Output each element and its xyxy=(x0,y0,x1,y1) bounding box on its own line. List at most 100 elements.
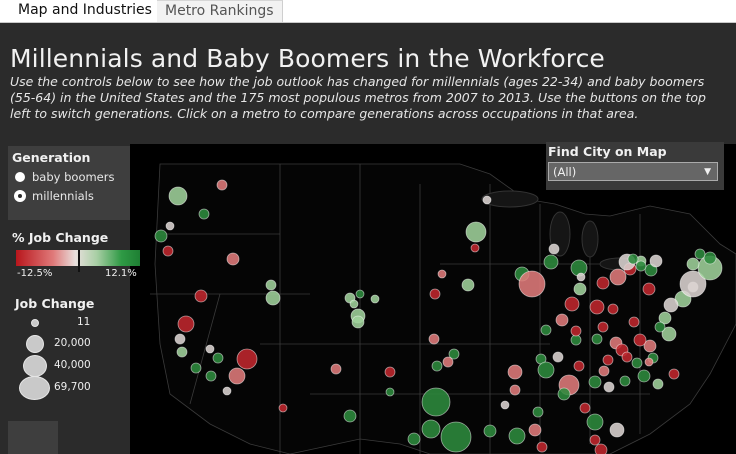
find-city-dropdown[interactable]: (All) ▼ xyxy=(548,162,718,181)
metro-bubble[interactable] xyxy=(633,333,647,347)
metro-bubble[interactable] xyxy=(654,321,666,333)
metro-bubble[interactable] xyxy=(532,406,544,418)
metro-bubble[interactable] xyxy=(596,276,610,290)
metro-bubble[interactable] xyxy=(228,367,246,385)
metro-bubble[interactable] xyxy=(518,270,546,298)
metro-bubble[interactable] xyxy=(627,253,639,265)
metro-bubble[interactable] xyxy=(570,325,582,337)
metro-bubble[interactable] xyxy=(631,357,643,369)
metro-bubble[interactable] xyxy=(176,346,188,358)
metro-bubble[interactable] xyxy=(212,352,224,364)
metro-bubble[interactable] xyxy=(205,370,217,382)
metro-bubble[interactable] xyxy=(265,279,277,291)
metro-bubble[interactable] xyxy=(528,423,542,437)
metro-bubble[interactable] xyxy=(437,269,447,279)
metro-bubble[interactable] xyxy=(694,248,706,260)
metro-bubble[interactable] xyxy=(579,402,591,414)
metro-bubble[interactable] xyxy=(500,400,510,410)
mini-map-placeholder[interactable] xyxy=(8,421,58,454)
metro-bubble[interactable] xyxy=(370,294,380,304)
metro-bubble[interactable] xyxy=(168,186,188,206)
metro-bubble[interactable] xyxy=(431,360,443,372)
metro-bubble[interactable] xyxy=(609,268,627,286)
metro-bubble[interactable] xyxy=(470,243,480,253)
radio-baby-boomers[interactable]: baby boomers xyxy=(8,167,130,186)
metro-bubble[interactable] xyxy=(628,316,640,328)
metro-bubble[interactable] xyxy=(442,356,454,368)
metro-bubble[interactable] xyxy=(598,365,610,377)
metro-bubble[interactable] xyxy=(508,427,526,445)
metro-bubble[interactable] xyxy=(555,313,569,327)
metro-bubble[interactable] xyxy=(482,195,492,205)
metro-bubble[interactable] xyxy=(619,375,631,387)
metro-bubble[interactable] xyxy=(278,403,288,413)
metro-bubble[interactable] xyxy=(421,387,451,417)
metro-bubble[interactable] xyxy=(536,441,548,453)
metro-bubble[interactable] xyxy=(548,243,560,255)
metro-bubble[interactable] xyxy=(349,299,359,309)
metro-bubble[interactable] xyxy=(174,333,186,345)
tab-metro-rankings[interactable]: Metro Rankings xyxy=(157,0,283,22)
metro-bubble[interactable] xyxy=(557,387,571,401)
metro-bubble[interactable] xyxy=(205,344,215,354)
chevron-down-icon[interactable]: ▼ xyxy=(704,163,711,182)
metro-bubble[interactable] xyxy=(194,289,208,303)
metro-bubble[interactable] xyxy=(589,299,605,315)
metro-bubble[interactable] xyxy=(644,357,654,367)
metro-bubble[interactable] xyxy=(642,282,656,296)
metro-bubble[interactable] xyxy=(385,387,395,397)
metro-bubble[interactable] xyxy=(440,421,472,453)
metro-bubble[interactable] xyxy=(236,348,258,370)
metro-bubble[interactable] xyxy=(384,366,396,378)
map-canvas[interactable] xyxy=(130,144,736,454)
metro-bubble[interactable] xyxy=(216,179,228,191)
metro-bubble[interactable] xyxy=(428,333,440,345)
metro-bubble[interactable] xyxy=(465,221,487,243)
metro-bubble[interactable] xyxy=(154,229,168,243)
radio-unchecked-icon[interactable] xyxy=(15,171,25,182)
metro-bubble[interactable] xyxy=(603,381,615,393)
metro-bubble[interactable] xyxy=(570,334,582,346)
metro-bubble[interactable] xyxy=(355,289,365,299)
metro-bubble[interactable] xyxy=(609,422,625,438)
metro-bubble[interactable] xyxy=(576,272,586,282)
metro-bubble[interactable] xyxy=(198,208,210,220)
metro-bubble[interactable] xyxy=(686,257,700,271)
metro-bubble[interactable] xyxy=(429,288,441,300)
metro-bubble[interactable] xyxy=(703,251,717,265)
tab-map-and-industries[interactable]: Map and Industries xyxy=(10,0,161,21)
metro-bubble[interactable] xyxy=(507,364,523,380)
metro-bubble[interactable] xyxy=(594,443,608,454)
metro-bubble[interactable] xyxy=(668,368,680,380)
metro-bubble[interactable] xyxy=(652,378,664,390)
metro-bubble[interactable] xyxy=(162,245,174,257)
metro-bubble[interactable] xyxy=(597,321,609,333)
metro-bubble[interactable] xyxy=(637,369,651,383)
metro-bubble[interactable] xyxy=(190,362,202,374)
metro-bubble[interactable] xyxy=(265,290,281,306)
us-map[interactable] xyxy=(130,144,736,454)
metro-bubble[interactable] xyxy=(663,297,679,313)
metro-bubble[interactable] xyxy=(635,260,647,272)
metro-bubble[interactable] xyxy=(461,278,475,292)
metro-bubble[interactable] xyxy=(226,252,240,266)
metro-bubble[interactable] xyxy=(552,351,564,363)
metro-bubble[interactable] xyxy=(586,413,604,431)
metro-bubble[interactable] xyxy=(330,363,342,375)
metro-bubble[interactable] xyxy=(543,254,559,270)
radio-millennials[interactable]: millennials xyxy=(8,186,130,205)
metro-bubble[interactable] xyxy=(588,375,602,389)
metro-bubble[interactable] xyxy=(407,432,421,446)
radio-checked-icon[interactable] xyxy=(15,190,25,201)
metro-bubble[interactable] xyxy=(564,296,580,312)
metro-bubble[interactable] xyxy=(343,409,357,423)
metro-bubble[interactable] xyxy=(573,282,587,296)
metro-bubble[interactable] xyxy=(573,360,585,372)
metro-bubble[interactable] xyxy=(165,221,175,231)
metro-bubble[interactable] xyxy=(591,333,603,345)
metro-bubble[interactable] xyxy=(537,361,555,379)
metro-bubble[interactable] xyxy=(351,315,365,329)
metro-bubble[interactable] xyxy=(222,386,232,396)
metro-bubble[interactable] xyxy=(602,354,614,366)
metro-bubble[interactable] xyxy=(421,419,441,439)
